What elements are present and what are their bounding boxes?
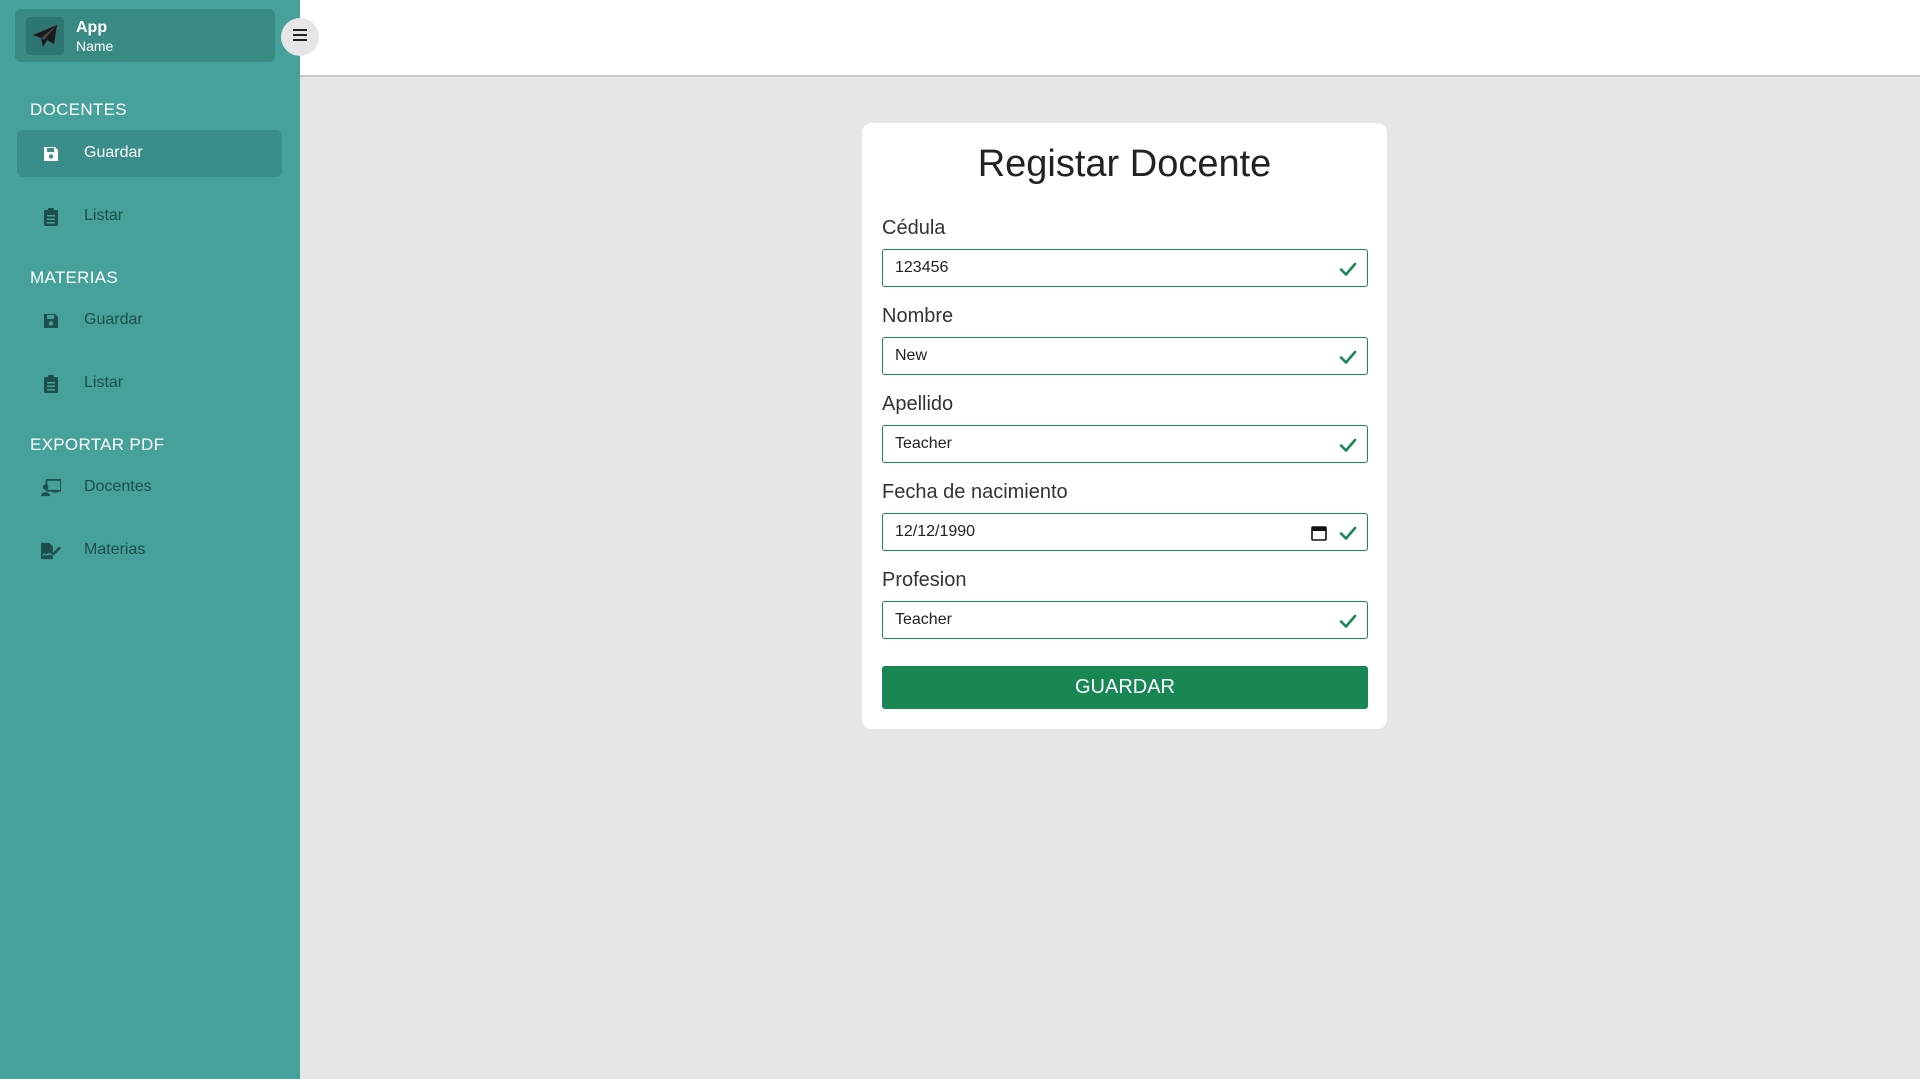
sidebar-item-label: Guardar [84,311,143,328]
section-title-exportar-pdf: EXPORTAR PDF [30,435,165,454]
apellido-label: Apellido [882,393,954,415]
fecha-nacimiento-input[interactable] [883,514,1367,550]
profesion-input[interactable] [883,602,1367,638]
brand-text: App Name [76,19,113,55]
sidebar-item-docentes-guardar[interactable]: Guardar [17,130,282,177]
valid-check-icon [1339,526,1357,540]
apellido-field [882,425,1368,463]
valid-check-icon [1339,262,1357,276]
teacher-icon [41,478,61,498]
sidebar-item-export-materias[interactable]: Materias [17,527,282,574]
valid-check-icon [1339,438,1357,452]
cedula-field [882,249,1368,287]
sidebar-item-label: Docentes [84,478,152,495]
sidebar-item-materias-listar[interactable]: Listar [17,360,282,407]
cedula-label: Cédula [882,217,946,239]
valid-check-icon [1339,614,1357,628]
fecha-nacimiento-field [882,513,1368,551]
form-title: Registar Docente [977,143,1272,185]
section-title-materias: MATERIAS [30,268,119,287]
apellido-input[interactable] [883,426,1367,462]
save-icon [41,144,61,164]
sidebar-item-docentes-listar[interactable]: Listar [17,193,282,240]
sidebar-item-label: Guardar [84,144,143,161]
fecha-nacimiento-label: Fecha de nacimiento [882,481,1068,503]
valid-check-icon [1339,350,1357,364]
sidebar-item-materias-guardar[interactable]: Guardar [17,297,282,344]
profesion-label: Profesion [882,569,967,591]
file-signature-icon [41,541,61,561]
cedula-input[interactable] [883,250,1367,286]
save-icon [41,311,61,331]
register-form-card: Registar Docente Cédula Nombre Apellido … [862,123,1387,729]
section-title-docentes: DOCENTES [30,100,127,119]
sidebar-item-label: Listar [84,374,124,391]
brand-line1: App [76,19,108,36]
sidebar-item-label: Listar [84,207,124,224]
guardar-button[interactable]: GUARDAR [882,666,1368,709]
menu-toggle-button[interactable] [281,18,319,56]
hamburger-icon [293,28,307,46]
nombre-input[interactable] [883,338,1367,374]
brand-line2: Name [76,38,114,54]
nombre-label: Nombre [882,305,954,327]
calendar-icon[interactable] [1311,525,1327,541]
clipboard-icon [41,207,61,227]
nombre-field [882,337,1368,375]
clipboard-icon [41,374,61,394]
profesion-field [882,601,1368,639]
top-bar [300,0,1920,77]
sidebar: App Name DOCENTES Guardar Listar MATERIA… [0,0,300,1079]
sidebar-item-label: Materias [84,541,146,558]
paper-plane-icon [26,17,64,55]
sidebar-item-export-docentes[interactable]: Docentes [17,464,282,511]
brand[interactable]: App Name [15,9,275,62]
